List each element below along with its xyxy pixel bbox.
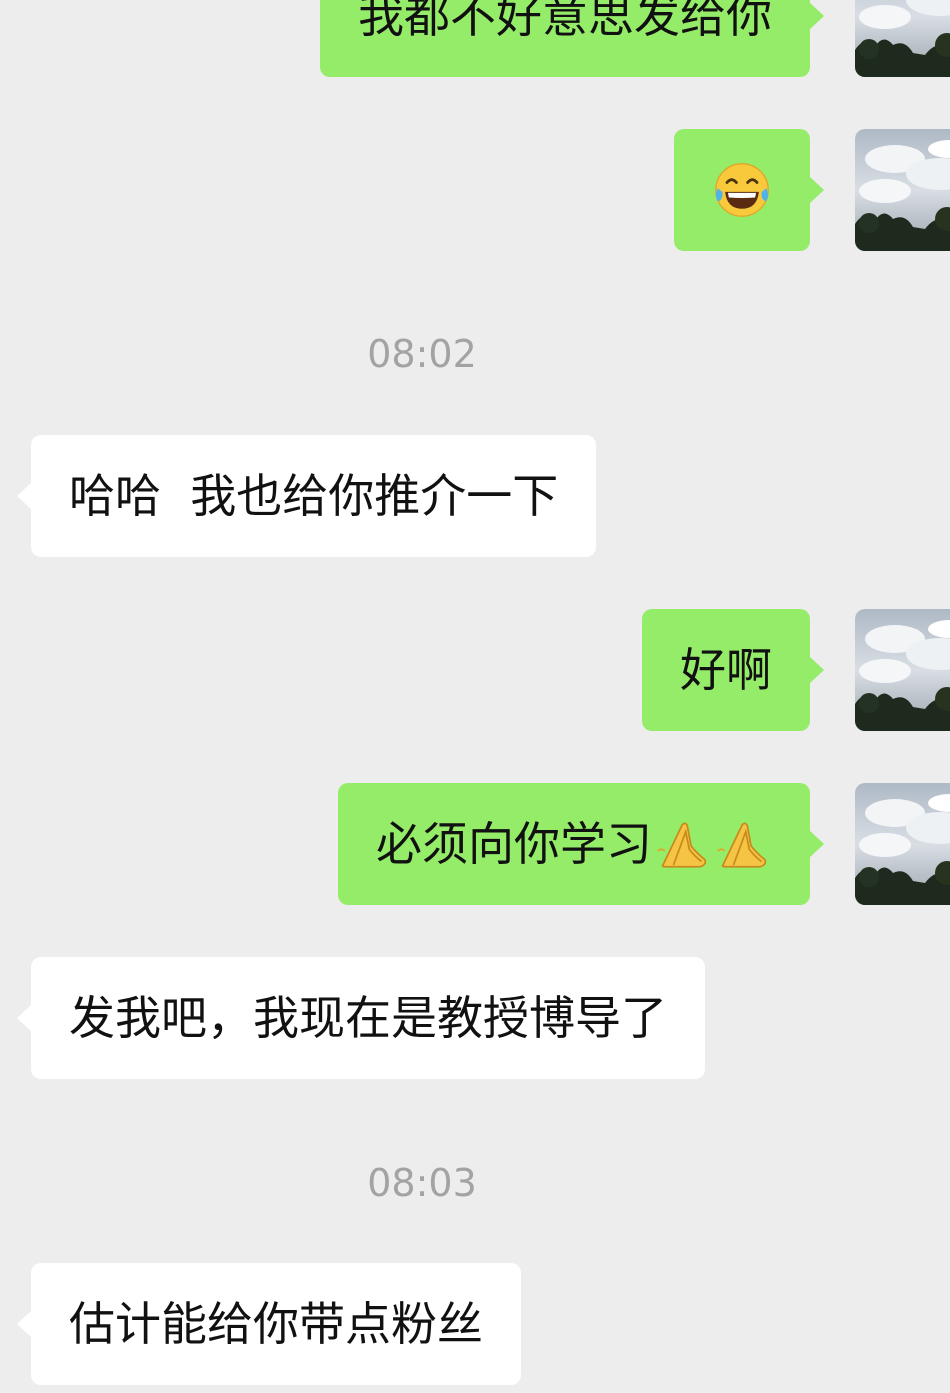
avatar[interactable] <box>855 783 950 905</box>
incoming-bubble[interactable]: 估计能给你带点粉丝 <box>17 1263 521 1385</box>
avatar[interactable] <box>855 609 950 731</box>
outgoing-bubble[interactable] <box>674 129 824 251</box>
outgoing-bubble[interactable]: 好啊 <box>642 609 824 731</box>
tears-of-joy-emoji <box>712 160 772 220</box>
incoming-bubble[interactable]: 发我吧，我现在是教授博导了 <box>17 957 705 1079</box>
folded-hands-emoji <box>716 816 772 872</box>
avatar[interactable] <box>855 129 950 251</box>
message-text: 必须向你学习 <box>376 817 652 871</box>
folded-hands-emoji <box>656 816 712 872</box>
timestamp: 08:02 <box>367 332 477 376</box>
incoming-bubble[interactable]: 哈哈 我也给你推介一下 <box>16 435 597 557</box>
outgoing-bubble[interactable]: 必须向你学习 <box>338 783 824 905</box>
timestamp: 08:03 <box>367 1161 477 1205</box>
message-text: 好啊 <box>680 643 772 697</box>
outgoing-bubble[interactable]: 我都不好意思发给你 <box>320 0 824 77</box>
message-text: 我都不好意思发给你 <box>358 0 772 43</box>
message-text: 估计能给你带点粉丝 <box>69 1297 483 1351</box>
message-text: 发我吧，我现在是教授博导了 <box>69 991 667 1045</box>
avatar[interactable] <box>855 0 950 77</box>
message-text: 哈哈 我也给你推介一下 <box>69 469 559 523</box>
